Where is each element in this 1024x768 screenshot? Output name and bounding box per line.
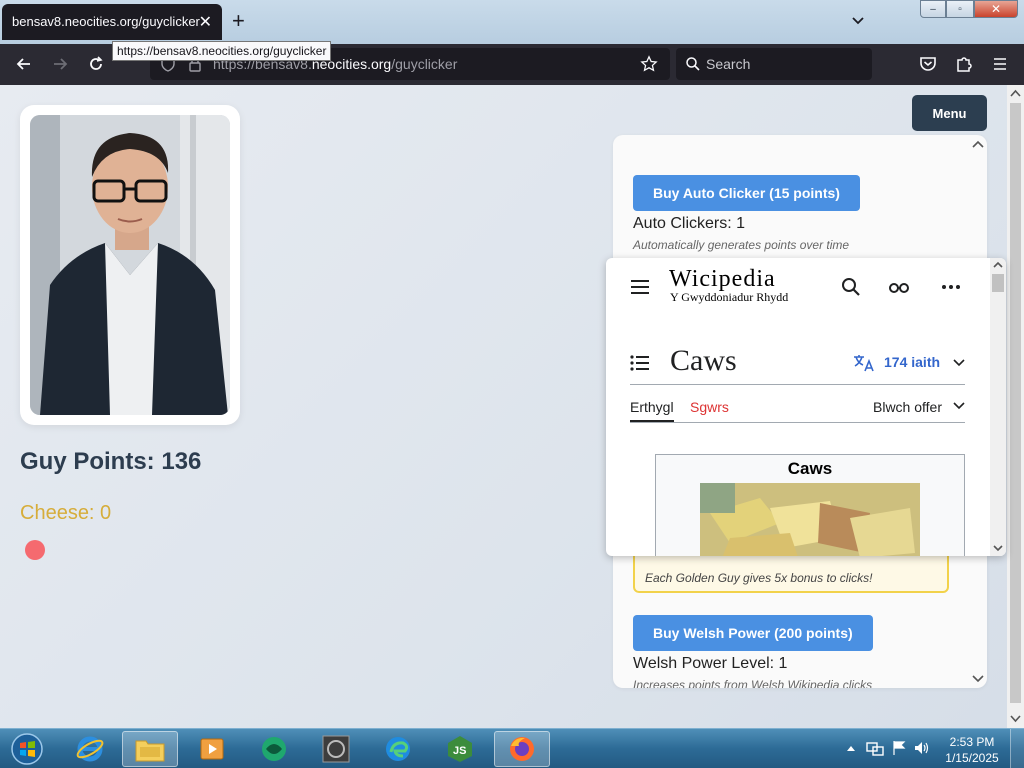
welsh-power-description: Increases points from Welsh Wikipedia cl… — [633, 678, 873, 688]
language-chevron-icon[interactable] — [953, 358, 965, 368]
chevron-down-icon[interactable] — [850, 12, 866, 28]
buy-auto-clicker-button[interactable]: Buy Auto Clicker (15 points) — [633, 175, 860, 211]
taskbar-nodejs[interactable]: JS — [432, 731, 488, 767]
auto-clicker-item: Buy Auto Clicker (15 points) Auto Clicke… — [633, 175, 949, 252]
wiki-logo[interactable]: Wicipedia — [669, 266, 776, 293]
action-center-flag-icon[interactable] — [891, 740, 907, 756]
page-scrollbar[interactable] — [1007, 85, 1024, 728]
media-player-icon — [200, 738, 224, 760]
tab-active[interactable]: bensav8.neocities.org/guyclicker ✕ — [2, 4, 222, 40]
wiki-search-icon[interactable] — [841, 277, 861, 297]
nodejs-icon: JS — [448, 736, 472, 762]
cheese-count: Cheese: 0 — [20, 502, 112, 524]
start-button[interactable] — [0, 731, 54, 767]
taskbar-firefox[interactable] — [494, 731, 550, 767]
guy-photo-card[interactable] — [20, 105, 240, 425]
new-tab-button[interactable]: + — [232, 8, 245, 34]
wolfenstein-icon — [322, 735, 350, 763]
wiki-article-title: Caws — [670, 344, 737, 377]
url-tooltip: https://bensav8.neocities.org/guyclicker — [112, 41, 332, 61]
tools-chevron-icon[interactable] — [953, 401, 965, 411]
language-selector[interactable]: 174 iaith — [884, 354, 940, 370]
scroll-down-icon — [972, 675, 984, 683]
wikipedia-popup[interactable]: Wicipedia Y Gwyddoniadur Rhydd Caws 174 … — [606, 258, 1006, 556]
taskbar-file-explorer[interactable] — [122, 731, 178, 767]
show-hidden-icons-icon[interactable] — [846, 744, 856, 752]
table-of-contents-icon[interactable] — [630, 355, 650, 371]
taskbar-media-player[interactable] — [184, 731, 240, 767]
title-divider — [630, 384, 965, 385]
red-dot-button[interactable] — [25, 540, 45, 560]
forward-arrow-icon[interactable] — [50, 54, 70, 74]
tab-title: bensav8.neocities.org/guyclicker — [12, 14, 200, 29]
network-icon[interactable] — [866, 740, 884, 756]
auto-clicker-count: Auto Clickers: 1 — [633, 215, 746, 232]
tab-article[interactable]: Erthygl — [630, 399, 674, 415]
guy-photo[interactable] — [30, 115, 230, 415]
bookmark-star-icon[interactable] — [640, 55, 658, 73]
wiki-scroll-arrows — [992, 261, 1004, 552]
edge-icon — [386, 737, 410, 761]
tools-dropdown[interactable]: Blwch offer — [873, 399, 942, 415]
close-tab-icon[interactable]: ✕ — [199, 12, 212, 32]
tab-bar: bensav8.neocities.org/guyclicker ✕ + – ▫… — [0, 0, 1024, 44]
taskbar-wolfenstein[interactable] — [308, 731, 364, 767]
windows-orb-icon — [11, 733, 43, 765]
tabs-divider — [630, 422, 965, 423]
wiki-header: Wicipedia Y Gwyddoniadur Rhydd — [606, 258, 990, 318]
auto-clicker-description: Automatically generates points over time — [633, 238, 850, 252]
infobox-title: Caws — [787, 459, 833, 478]
maximize-button[interactable]: ▫ — [946, 0, 974, 18]
clock-time: 2:53 PM — [949, 735, 995, 749]
minimize-button[interactable]: – — [920, 0, 946, 18]
pocket-icon[interactable] — [918, 54, 938, 74]
search-icon — [686, 57, 700, 71]
buy-welsh-power-button[interactable]: Buy Welsh Power (200 points) — [633, 615, 873, 651]
tab-talk[interactable]: Sgwrs — [690, 399, 729, 415]
welsh-power-item: Buy Welsh Power (200 points) Welsh Power… — [633, 615, 949, 688]
taskbar-green-browser[interactable] — [246, 731, 302, 767]
translate-icon[interactable] — [853, 354, 875, 372]
volume-icon[interactable] — [913, 740, 931, 756]
reload-icon[interactable] — [86, 54, 106, 74]
wiki-menu-icon[interactable] — [630, 278, 650, 296]
search-bar[interactable] — [676, 48, 872, 80]
url-path: /guyclicker — [391, 56, 458, 72]
menu-button[interactable]: Menu — [912, 95, 987, 131]
internet-explorer-icon — [76, 736, 104, 762]
taskbar-internet-explorer[interactable] — [62, 731, 118, 767]
golden-guy-description: Each Golden Guy gives 5x bonus to clicks… — [645, 571, 873, 585]
wiki-scrollbar[interactable] — [990, 258, 1006, 556]
cheese-image[interactable] — [700, 483, 920, 556]
firefox-icon — [510, 737, 534, 761]
wiki-infobox: Caws — [655, 454, 965, 556]
extensions-puzzle-icon[interactable] — [954, 54, 974, 74]
taskbar-edge[interactable] — [370, 731, 426, 767]
taskbar-clock[interactable]: 2:53 PM 1/15/2025 — [940, 734, 1004, 766]
search-input[interactable] — [706, 54, 856, 74]
guy-portrait-image — [30, 115, 230, 415]
windows-taskbar: JS 2:53 PM 1/15/2025 — [0, 728, 1024, 768]
hamburger-menu-icon[interactable] — [990, 54, 1010, 74]
show-desktop-button[interactable] — [1010, 729, 1024, 768]
wiki-more-icon[interactable] — [941, 284, 961, 290]
clock-date: 1/15/2025 — [945, 751, 999, 765]
cheese-photo — [700, 483, 920, 556]
welsh-power-count: Welsh Power Level: 1 — [633, 655, 788, 672]
back-arrow-icon[interactable] — [14, 54, 34, 74]
guy-points: Guy Points: 136 — [20, 448, 202, 475]
wiki-tagline: Y Gwyddoniadur Rhydd — [670, 290, 789, 304]
page-scroll-arrows — [1010, 89, 1021, 723]
window-controls: – ▫ ✕ — [920, 0, 1018, 18]
folder-icon — [135, 740, 165, 762]
scroll-up-icon — [972, 140, 984, 148]
wiki-glasses-icon[interactable] — [889, 280, 909, 294]
svg-text:JS: JS — [453, 745, 466, 757]
close-window-button[interactable]: ✕ — [974, 0, 1018, 18]
green-browser-icon — [262, 737, 286, 761]
